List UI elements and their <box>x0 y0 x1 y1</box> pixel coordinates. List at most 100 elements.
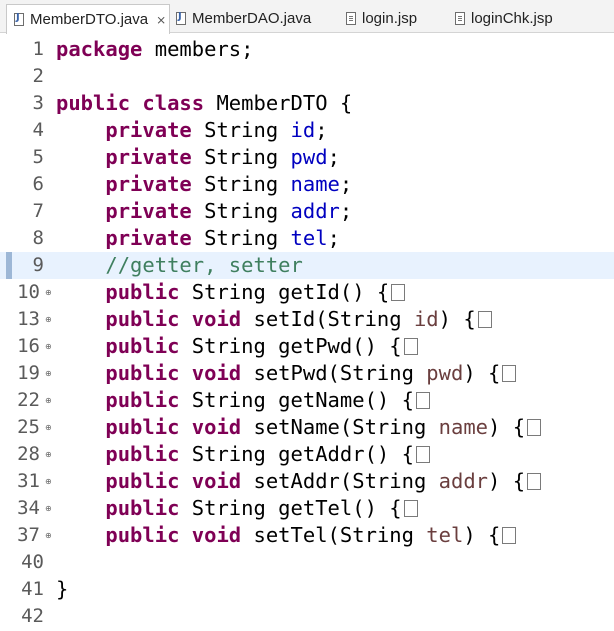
code-line[interactable]: 34 ⊕ public String getTel() { <box>0 495 614 522</box>
code-token: setTel(String <box>241 523 427 547</box>
collapsed-code-icon[interactable] <box>415 392 430 409</box>
code-token: String <box>191 199 291 223</box>
tab-memberdto-java[interactable]: MemberDTO.java ⨯ <box>6 4 170 34</box>
code-line[interactable]: 1 package members; <box>0 36 614 63</box>
collapsed-code-icon[interactable] <box>527 473 542 490</box>
line-number: 16 <box>17 335 40 357</box>
code-text: private String id; <box>56 117 327 144</box>
code-line[interactable]: 16 ⊕ public String getPwd() { <box>0 333 614 360</box>
tab-memberdao-java[interactable]: MemberDAO.java <box>176 4 336 33</box>
code-line[interactable]: 6 private String name; <box>0 171 614 198</box>
keyword: public <box>105 388 180 412</box>
code-line[interactable]: 31 ⊕ public void setAddr(String addr) { <box>0 468 614 495</box>
code-line[interactable]: 9 //getter, setter <box>0 252 614 279</box>
expand-fold-icon[interactable]: ⊕ <box>45 279 52 306</box>
collapsed-code-icon[interactable] <box>527 419 542 436</box>
collapsed-code-icon[interactable] <box>391 284 406 301</box>
code-token: } <box>56 577 69 601</box>
collapsed-code-icon[interactable] <box>403 500 418 517</box>
code-line[interactable]: 5 private String pwd; <box>0 144 614 171</box>
expand-fold-icon[interactable]: ⊕ <box>45 333 52 360</box>
code-text: public void setAddr(String addr) { <box>56 468 542 495</box>
tab-login-jsp[interactable]: login.jsp <box>346 4 446 33</box>
code-token: ) { <box>488 415 526 439</box>
code-line[interactable]: 37 ⊕ public void setTel(String tel) { <box>0 522 614 549</box>
code-text: public String getId() { <box>56 279 406 306</box>
editor-tab-bar: MemberDTO.java ⨯ MemberDAO.java login.js… <box>0 0 614 34</box>
code-token: String getAddr() { <box>179 442 414 466</box>
collapsed-code-icon[interactable] <box>502 527 517 544</box>
jsp-file-icon <box>346 12 356 25</box>
line-number: 34 <box>17 497 40 519</box>
code-line[interactable]: 28 ⊕ public String getAddr() { <box>0 441 614 468</box>
line-number: 5 <box>32 146 44 168</box>
expand-fold-icon[interactable]: ⊕ <box>45 522 52 549</box>
keyword: package <box>56 37 143 61</box>
code-text: public String getPwd() { <box>56 333 418 360</box>
field-name: tel <box>290 226 328 250</box>
code-token: ) { <box>463 361 501 385</box>
code-text: } <box>56 576 68 603</box>
expand-fold-icon[interactable]: ⊕ <box>45 387 52 414</box>
code-line[interactable]: 42 <box>0 603 614 630</box>
code-line[interactable]: 2 <box>0 63 614 90</box>
code-line[interactable]: 40 <box>0 549 614 576</box>
keyword: private <box>105 226 192 250</box>
java-file-icon <box>14 12 24 26</box>
code-line[interactable]: 10 ⊕ public String getId() { <box>0 279 614 306</box>
line-number: 8 <box>32 227 44 249</box>
code-token: String <box>191 118 291 142</box>
collapsed-code-icon[interactable] <box>403 338 418 355</box>
collapsed-code-icon[interactable] <box>415 446 430 463</box>
close-icon[interactable]: ⨯ <box>156 14 166 26</box>
code-line[interactable]: 13 ⊕ public void setId(String id) { <box>0 306 614 333</box>
expand-fold-icon[interactable]: ⊕ <box>45 468 52 495</box>
tab-loginchk-jsp[interactable]: loginChk.jsp <box>455 4 585 33</box>
keyword: void <box>191 415 242 439</box>
code-line[interactable]: 8 private String tel; <box>0 225 614 252</box>
keyword: void <box>191 307 242 331</box>
code-line[interactable]: 19 ⊕ public void setPwd(String pwd) { <box>0 360 614 387</box>
code-line[interactable]: 7 private String addr; <box>0 198 614 225</box>
keyword: public <box>105 496 180 520</box>
line-number: 41 <box>21 578 44 600</box>
keyword: private <box>105 145 192 169</box>
line-number: 28 <box>17 443 40 465</box>
field-name: pwd <box>290 145 328 169</box>
code-editor[interactable]: 1 package members; 2 3 public class MemberDT… <box>0 33 614 631</box>
code-token: setName(String <box>241 415 439 439</box>
code-token: String getTel() { <box>179 496 402 520</box>
code-line[interactable]: 3 public class MemberDTO { <box>0 90 614 117</box>
expand-fold-icon[interactable]: ⊕ <box>45 306 52 333</box>
parameter-name: addr <box>438 469 489 493</box>
collapsed-code-icon[interactable] <box>502 365 517 382</box>
comment: //getter, setter <box>105 253 303 277</box>
code-line[interactable]: 4 private String id; <box>0 117 614 144</box>
expand-fold-icon[interactable]: ⊕ <box>45 414 52 441</box>
keyword: private <box>105 199 192 223</box>
collapsed-code-icon[interactable] <box>477 311 492 328</box>
keyword: public <box>105 442 180 466</box>
parameter-name: id <box>413 307 439 331</box>
field-name: name <box>290 172 340 196</box>
expand-fold-icon[interactable]: ⊕ <box>45 441 52 468</box>
expand-fold-icon[interactable]: ⊕ <box>45 360 52 387</box>
keyword: void <box>191 361 242 385</box>
code-text: public String getName() { <box>56 387 430 414</box>
code-line[interactable]: 41} <box>0 576 614 603</box>
expand-fold-icon[interactable]: ⊕ <box>45 495 52 522</box>
code-token: ) { <box>438 307 476 331</box>
line-number: 9 <box>32 254 44 276</box>
line-number: 7 <box>32 200 44 222</box>
code-line[interactable]: 25 ⊕ public void setName(String name) { <box>0 414 614 441</box>
code-line[interactable]: 22 ⊕ public String getName() { <box>0 387 614 414</box>
